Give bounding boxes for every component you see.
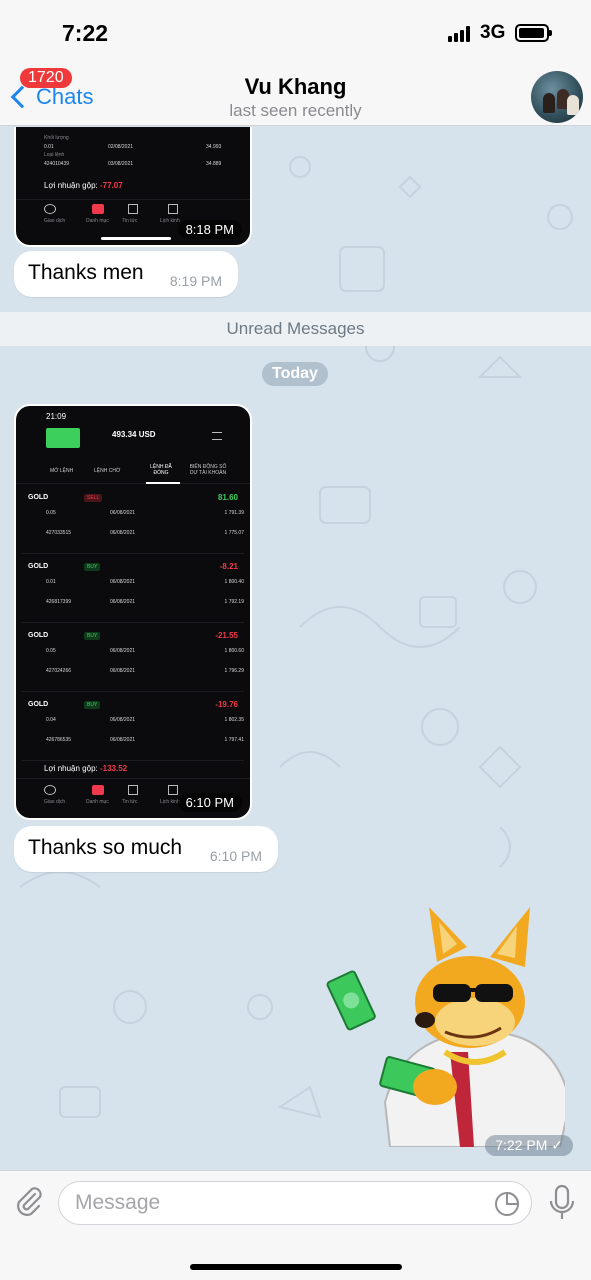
clock: 7:22 (62, 20, 109, 46)
network-type: 3G (480, 22, 506, 43)
sticker-icon[interactable] (493, 1190, 521, 1218)
message-field[interactable] (58, 1181, 532, 1225)
profit-label: Lợi nhuận gộp: (44, 764, 98, 773)
image-message-2[interactable]: 21:09 493.34 USD MỞ LỆNH LỆNH CHỜ LỆNH Đ… (14, 404, 252, 820)
dog-sticker-icon (326, 907, 572, 1148)
microphone-icon[interactable] (546, 1183, 578, 1223)
chat-header: Chats 1720 Vu Khang last seen recently (0, 66, 591, 126)
inner-phone-time: 21:09 (46, 412, 67, 421)
inner-balance: 493.34 USD (112, 430, 156, 439)
message-time: 8:19 PM (169, 273, 222, 289)
attachment-icon[interactable] (13, 1185, 45, 1217)
home-indicator (190, 1264, 402, 1270)
date-separator: Today (262, 362, 328, 386)
message-text: Thanks so much (28, 836, 183, 859)
chat-title[interactable]: Vu Khang (0, 74, 591, 100)
message-input[interactable] (75, 1188, 475, 1218)
message-bubble[interactable]: Thanks so much 6:10 PM (14, 826, 278, 872)
profit-value: -133.52 (99, 764, 128, 773)
profit-value: -77.07 (99, 181, 123, 190)
unread-count-badge: 1720 (20, 68, 72, 88)
battery-icon (515, 24, 552, 42)
last-seen-status: last seen recently (229, 101, 362, 120)
sticker-message[interactable] (325, 902, 572, 1148)
cellular-signal-icon (448, 26, 472, 42)
message-bubble[interactable]: Thanks men 8:19 PM (14, 251, 238, 297)
message-time: 6:10 PM (209, 848, 262, 864)
message-composer (0, 1170, 591, 1280)
profit-label: Lợi nhuận gộp: (44, 181, 98, 190)
status-bar: 7:22 3G (0, 0, 591, 66)
message-time: 8:18 PM (177, 220, 242, 239)
avatar[interactable] (531, 71, 583, 123)
read-check-icon: ✓ (551, 1137, 563, 1153)
message-text: Thanks men (28, 261, 144, 284)
image-message-1[interactable]: Khối lượng 0.01 Loại lệnh 424010439 02/0… (14, 127, 252, 247)
message-time: 7:22 PM (495, 1137, 548, 1153)
sticker-time-badge: 7:22 PM ✓ (485, 1135, 573, 1156)
message-time: 6:10 PM (177, 793, 242, 812)
chat-history[interactable]: Khối lượng 0.01 Loại lệnh 424010439 02/0… (0, 127, 591, 1170)
unread-messages-divider: Unread Messages (0, 312, 591, 346)
